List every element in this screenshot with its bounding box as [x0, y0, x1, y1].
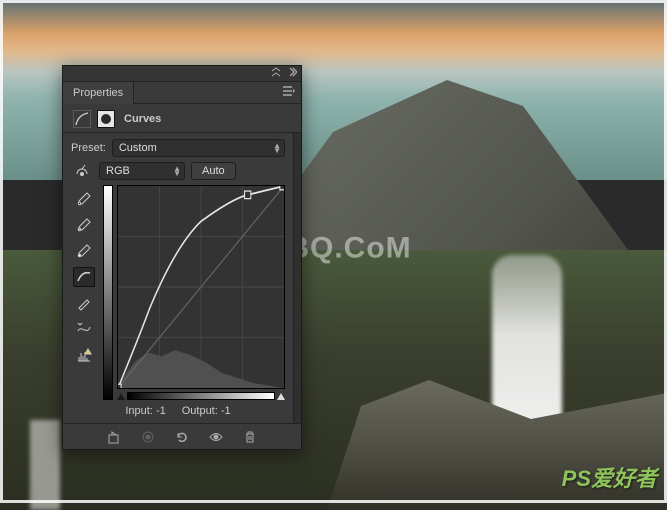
visibility-button[interactable] — [206, 428, 226, 446]
clip-to-layer-button[interactable] — [104, 428, 124, 446]
output-readout-label: Output: — [182, 405, 218, 417]
scrollbar[interactable] — [293, 133, 301, 423]
properties-tab[interactable]: Properties — [63, 82, 134, 104]
delete-button[interactable] — [240, 428, 260, 446]
channel-row: RGB ▲▼ Auto — [71, 161, 285, 181]
black-point-slider[interactable] — [117, 393, 125, 400]
black-point-eyedropper[interactable] — [73, 189, 95, 209]
view-previous-button[interactable] — [138, 428, 158, 446]
panel-header: Properties — [63, 82, 301, 104]
targeted-adjustment-tool[interactable] — [71, 161, 93, 181]
reset-button[interactable] — [172, 428, 192, 446]
panel-topbar — [63, 66, 301, 82]
input-readout-value: -1 — [156, 405, 166, 417]
panel-menu-button[interactable] — [277, 86, 301, 99]
output-gradient — [103, 185, 113, 400]
curve-point-tool[interactable] — [73, 267, 95, 287]
corner-credit: PS爱好者 — [562, 461, 657, 493]
white-point-slider[interactable] — [277, 393, 285, 400]
adjustment-title: Curves — [124, 113, 161, 125]
auto-button[interactable]: Auto — [191, 162, 236, 180]
close-panel-icon[interactable] — [287, 67, 297, 80]
gray-point-eyedropper[interactable] — [73, 215, 95, 235]
input-gradient-row — [117, 392, 285, 400]
adjustment-title-row: Curves — [63, 104, 301, 133]
panel-footer — [63, 423, 301, 449]
collapse-icon[interactable] — [271, 67, 281, 80]
white-point-eyedropper[interactable] — [73, 241, 95, 261]
curves-graph[interactable] — [117, 185, 285, 389]
input-readout-label: Input: — [125, 405, 153, 417]
input-gradient[interactable] — [127, 392, 275, 400]
smooth-curve-tool[interactable] — [73, 319, 95, 339]
io-readout: Input: -1 Output: -1 — [71, 400, 285, 423]
layer-mask-icon[interactable] — [97, 110, 115, 128]
waterfall-small — [30, 420, 60, 510]
preset-label: Preset: — [71, 142, 106, 154]
output-readout-value: -1 — [221, 405, 231, 417]
left-tool-column — [71, 185, 97, 400]
channel-select[interactable]: RGB — [99, 162, 185, 180]
preset-row: Preset: Custom ▲▼ — [71, 139, 285, 157]
curve-pencil-tool[interactable] — [73, 293, 95, 313]
preset-select[interactable]: Custom — [112, 139, 285, 157]
histogram-warning-icon[interactable] — [73, 345, 95, 365]
properties-panel: Properties Curves Preset: Custom ▲▼ — [62, 65, 302, 450]
curves-adjustment-icon — [73, 110, 91, 128]
